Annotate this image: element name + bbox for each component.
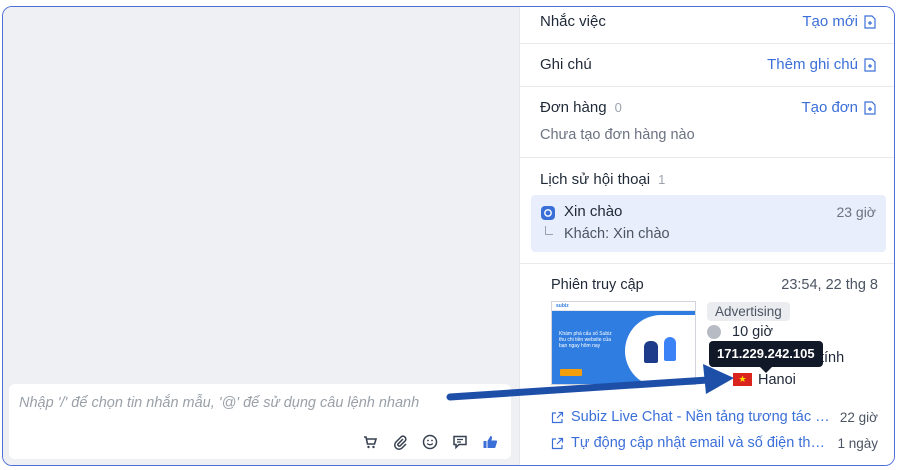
page-thumbnail[interactable]: subiz Khám phá cấu số Subiz thu chi tiền… — [551, 301, 696, 385]
thumbnail-blob — [625, 315, 695, 384]
thumbnail-logo: subiz — [556, 303, 569, 309]
chat-pane: Nhập '/' để chọn tin nhắn mẫu, '@' để sử… — [3, 7, 519, 465]
emoji-icon[interactable] — [421, 433, 439, 451]
tooltip-arrow — [760, 367, 772, 373]
visit-city[interactable]: Hanoi — [758, 372, 796, 388]
create-reminder-label: Tạo mới — [802, 13, 858, 30]
document-plus-icon — [864, 14, 876, 29]
thumbnail-illustration — [664, 337, 676, 361]
thumbnail-button — [560, 369, 582, 376]
thumbnail-text: Khám phá cấu số Subiz thu chi tiền websi… — [559, 331, 612, 349]
reminder-section: Nhắc việc Tạo mới — [520, 7, 894, 44]
external-link-icon — [551, 411, 564, 423]
notes-title: Ghi chú — [540, 56, 592, 73]
ip-tooltip: 171.229.242.105 — [709, 341, 823, 367]
cart-icon[interactable] — [361, 433, 379, 451]
orders-section: Đơn hàng 0 Tạo đơn Chưa tạo đơn hàng nào — [520, 87, 894, 158]
visited-page-age: 1 ngày — [837, 435, 878, 451]
visited-page-age: 22 giờ — [839, 409, 878, 425]
history-count: 1 — [658, 172, 666, 187]
chat-bubble-icon — [541, 206, 555, 220]
create-order-label: Tạo đơn — [801, 99, 858, 116]
reminder-title: Nhắc việc — [540, 13, 606, 30]
paperclip-icon[interactable] — [391, 433, 409, 451]
orders-title-label: Đơn hàng — [540, 99, 607, 116]
vietnam-flag-icon: ★ — [733, 373, 752, 386]
location-icon — [686, 379, 691, 384]
document-plus-icon — [864, 57, 876, 72]
visited-page-title[interactable]: Subiz Live Chat - Nền tảng tương tác và … — [571, 409, 830, 425]
orders-empty-text: Chưa tạo đơn hàng nào — [540, 127, 695, 143]
reply-branch-icon — [545, 226, 553, 235]
visited-page-link[interactable]: Tự động cập nhật email và số điện thoại … — [551, 435, 878, 451]
add-note-label: Thêm ghi chú — [767, 56, 858, 73]
thumbnail-hero: Khám phá cấu số Subiz thu chi tiền websi… — [552, 311, 695, 384]
history-title: Lịch sử hội thoại 1 — [540, 171, 665, 188]
history-title-label: Lịch sử hội thoại — [540, 171, 651, 188]
orders-count: 0 — [614, 100, 622, 115]
conversation-item[interactable]: Xin chào 23 giờ Khách: Xin chào — [531, 195, 886, 252]
conversation-preview: Khách: Xin chào — [564, 226, 670, 242]
composer-toolbar — [361, 433, 499, 451]
notes-section: Ghi chú Thêm ghi chú — [520, 44, 894, 87]
customer-info-panel: Nhắc việc Tạo mới Ghi chú Thêm ghi chú Đ… — [519, 7, 894, 465]
thumbnail-illustration — [644, 341, 658, 363]
source-tag: Advertising — [707, 302, 790, 321]
conversation-time: 23 giờ — [836, 204, 876, 220]
app-frame: Nhập '/' để chọn tin nhắn mẫu, '@' để sử… — [2, 6, 895, 466]
document-plus-icon — [864, 100, 876, 115]
visit-time: 23:54, 22 thg 8 — [781, 277, 878, 293]
external-link-icon — [551, 437, 564, 449]
message-composer[interactable]: Nhập '/' để chọn tin nhắn mẫu, '@' để sử… — [9, 384, 511, 459]
device-label: tính — [820, 350, 845, 366]
visit-duration: 10 giờ — [732, 324, 773, 340]
visited-page-title[interactable]: Tự động cập nhật email và số điện thoại … — [571, 435, 827, 451]
add-note-button[interactable]: Thêm ghi chú — [767, 56, 876, 73]
message-plus-icon[interactable] — [451, 433, 469, 451]
visited-page-link[interactable]: Subiz Live Chat - Nền tảng tương tác và … — [551, 409, 878, 425]
composer-placeholder[interactable]: Nhập '/' để chọn tin nhắn mẫu, '@' để sử… — [19, 395, 419, 411]
thumbnail-navbar: subiz — [552, 302, 695, 311]
thumbs-up-icon[interactable] — [481, 433, 499, 451]
conversation-title: Xin chào — [564, 203, 623, 220]
visit-title: Phiên truy cập — [551, 277, 644, 293]
create-reminder-button[interactable]: Tạo mới — [802, 13, 876, 30]
create-order-button[interactable]: Tạo đơn — [801, 99, 876, 116]
orders-title: Đơn hàng 0 — [540, 99, 622, 116]
clock-icon — [707, 325, 721, 339]
